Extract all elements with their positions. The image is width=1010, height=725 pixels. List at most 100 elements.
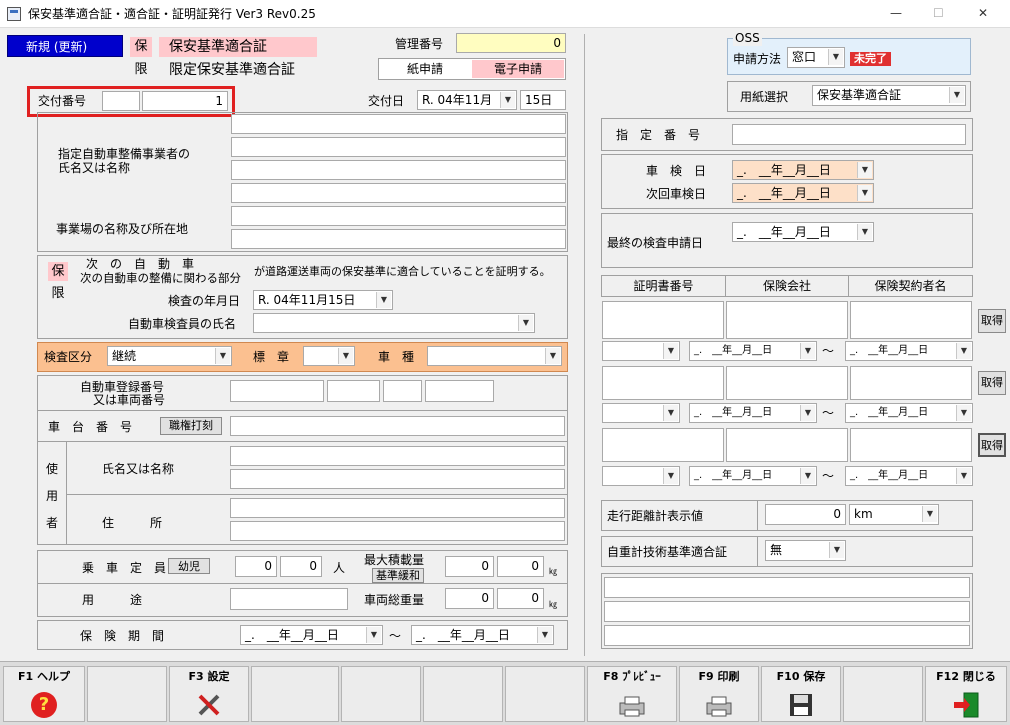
insurance-end-3[interactable]: _. __年__月__日 ▼ (845, 466, 973, 486)
f5-empty-button[interactable] (341, 666, 421, 722)
divider (757, 500, 758, 531)
kensa-dropdown[interactable]: 継続 ▼ (107, 346, 232, 366)
reg-number-field-4[interactable] (425, 380, 494, 402)
minimize-button[interactable]: — (890, 5, 902, 21)
purpose-field[interactable] (230, 588, 348, 610)
koufu-number-field[interactable]: 1 (142, 91, 228, 111)
reg-number-field-3[interactable] (383, 380, 422, 402)
paper-select-dropdown[interactable]: 保安基準適合証 ▼ (812, 85, 966, 106)
cert-select-3[interactable]: ▼ (602, 466, 680, 486)
get-button-2[interactable]: 取得 (978, 371, 1006, 395)
chassis-stamp-button[interactable]: 職権打刻 (160, 417, 222, 435)
doc-type-standard[interactable]: 保安基準適合証 (159, 37, 317, 57)
odometer-field[interactable]: 0 (765, 504, 846, 525)
tech-standard-dropdown[interactable]: 無 ▼ (765, 540, 846, 561)
shashu-dropdown[interactable]: ▼ (427, 346, 562, 366)
capacity-adult-field[interactable]: 0 (235, 556, 277, 577)
get-button-1[interactable]: 取得 (978, 309, 1006, 333)
koufu-era-dropdown[interactable]: R. 04年11月 ▼ (417, 90, 517, 110)
cert-number-field-2[interactable] (602, 366, 724, 400)
jigyosha-line-3[interactable] (231, 160, 566, 180)
inspector-dropdown[interactable]: ▼ (253, 313, 535, 333)
cert-select-1[interactable]: ▼ (602, 341, 680, 361)
new-button[interactable]: 新規 (更新) (7, 35, 123, 57)
gross-weight-field-2[interactable]: 0 (497, 588, 544, 609)
doc-type-limited[interactable]: 限定保安基準適合証 (159, 60, 317, 80)
insurance-start-3[interactable]: _. __年__月__日 ▼ (689, 466, 817, 486)
close-button[interactable]: ✕ (978, 5, 988, 21)
chevron-down-icon: ▼ (366, 627, 381, 643)
f7-empty-button[interactable] (505, 666, 585, 722)
kid-button[interactable]: 幼児 (168, 558, 210, 574)
insurance-company-field-1[interactable] (726, 301, 848, 339)
insurance-start-value: _. __年__月__日 (245, 628, 339, 642)
policy-holder-field-3[interactable] (850, 428, 972, 462)
reg-number-field-1[interactable] (230, 380, 324, 402)
maximize-button[interactable]: ☐ (933, 5, 944, 21)
insurance-start-dropdown[interactable]: _. __年__月__日 ▼ (240, 625, 383, 645)
f9-print-button[interactable]: F9 印刷 (679, 666, 759, 722)
f1-help-button[interactable]: F1 ヘルプ ? (3, 666, 85, 722)
user-address-line-1[interactable] (230, 498, 565, 518)
paper-application-tab[interactable]: 紙申請 (380, 60, 470, 78)
next-shaken-dropdown[interactable]: _. __年__月__日 ▼ (732, 183, 874, 203)
relax-standard-button[interactable]: 基準緩和 (372, 568, 424, 583)
oss-method-dropdown[interactable]: 窓口 ▼ (787, 47, 845, 68)
cert-select-2[interactable]: ▼ (602, 403, 680, 423)
insurance-end-dropdown[interactable]: _. __年__月__日 ▼ (411, 625, 554, 645)
user-address-line-2[interactable] (230, 521, 565, 541)
policy-holder-field-1[interactable] (850, 301, 972, 339)
tilde-3: 〜 (822, 469, 835, 483)
shaken-date-dropdown[interactable]: _. __年__月__日 ▼ (732, 160, 874, 180)
policy-holder-field-2[interactable] (850, 366, 972, 400)
divider (66, 494, 568, 495)
last-inspection-dropdown[interactable]: _. __年__月__日 ▼ (732, 222, 874, 242)
inspection-date-dropdown[interactable]: R. 04年11月15日 ▼ (253, 290, 393, 310)
koufu-prefix-field[interactable] (102, 91, 140, 111)
hyosho-dropdown[interactable]: ▼ (303, 346, 355, 366)
electronic-application-tab[interactable]: 電子申請 (472, 60, 564, 78)
jigyosha-line-4[interactable] (231, 183, 566, 203)
reg-number-field-2[interactable] (327, 380, 380, 402)
odometer-unit-dropdown[interactable]: km ▼ (849, 504, 939, 525)
user-name-line-2[interactable] (230, 469, 565, 489)
kanri-number-field[interactable]: 0 (456, 33, 566, 53)
f2-empty-button[interactable] (87, 666, 167, 722)
notes-line-2[interactable] (604, 601, 970, 622)
f4-empty-button[interactable] (251, 666, 339, 722)
insurance-start-1[interactable]: _. __年__月__日 ▼ (689, 341, 817, 361)
notes-line-1[interactable] (604, 577, 970, 598)
jigyosho-line-1[interactable] (231, 206, 566, 226)
insurance-end-1[interactable]: _. __年__月__日 ▼ (845, 341, 973, 361)
chassis-number-field[interactable] (230, 416, 565, 436)
max-load-label: 最大積載量 (364, 553, 425, 567)
gross-weight-field-1[interactable]: 0 (445, 588, 494, 609)
shitei-number-field[interactable] (732, 124, 966, 145)
jigyosho-line-2[interactable] (231, 229, 566, 249)
f6-empty-button[interactable] (423, 666, 503, 722)
koufu-label: 交付番号 (38, 94, 87, 108)
insurance-company-field-3[interactable] (726, 428, 848, 462)
insurance-end-2[interactable]: _. __年__月__日 ▼ (845, 403, 973, 423)
f3-settings-button[interactable]: F3 設定 (169, 666, 249, 722)
insurance-company-field-2[interactable] (726, 366, 848, 400)
get-button-3[interactable]: 取得 (978, 433, 1006, 457)
f11-empty-button[interactable] (843, 666, 923, 722)
user-name-line-1[interactable] (230, 446, 565, 466)
f8-preview-button[interactable]: F8 ﾌﾟﾚﾋﾞｭｰ (587, 666, 677, 722)
jigyosha-line-1[interactable] (231, 114, 566, 134)
f12-close-button[interactable]: F12 閉じる (925, 666, 1007, 722)
capacity-child-field[interactable]: 0 (280, 556, 322, 577)
koufu-day-field[interactable]: 15日 (520, 90, 566, 110)
max-load-field-1[interactable]: 0 (445, 556, 494, 577)
preview-printer-icon (617, 694, 647, 718)
chevron-down-icon: ▼ (956, 343, 971, 359)
f10-save-button[interactable]: F10 保存 (761, 666, 841, 722)
cert-number-field-1[interactable] (602, 301, 724, 339)
insurance-start-2[interactable]: _. __年__月__日 ▼ (689, 403, 817, 423)
jigyosha-line-2[interactable] (231, 137, 566, 157)
max-load-field-2[interactable]: 0 (497, 556, 544, 577)
oss-legend: OSS (733, 30, 762, 46)
notes-line-3[interactable] (604, 625, 970, 646)
cert-number-field-3[interactable] (602, 428, 724, 462)
